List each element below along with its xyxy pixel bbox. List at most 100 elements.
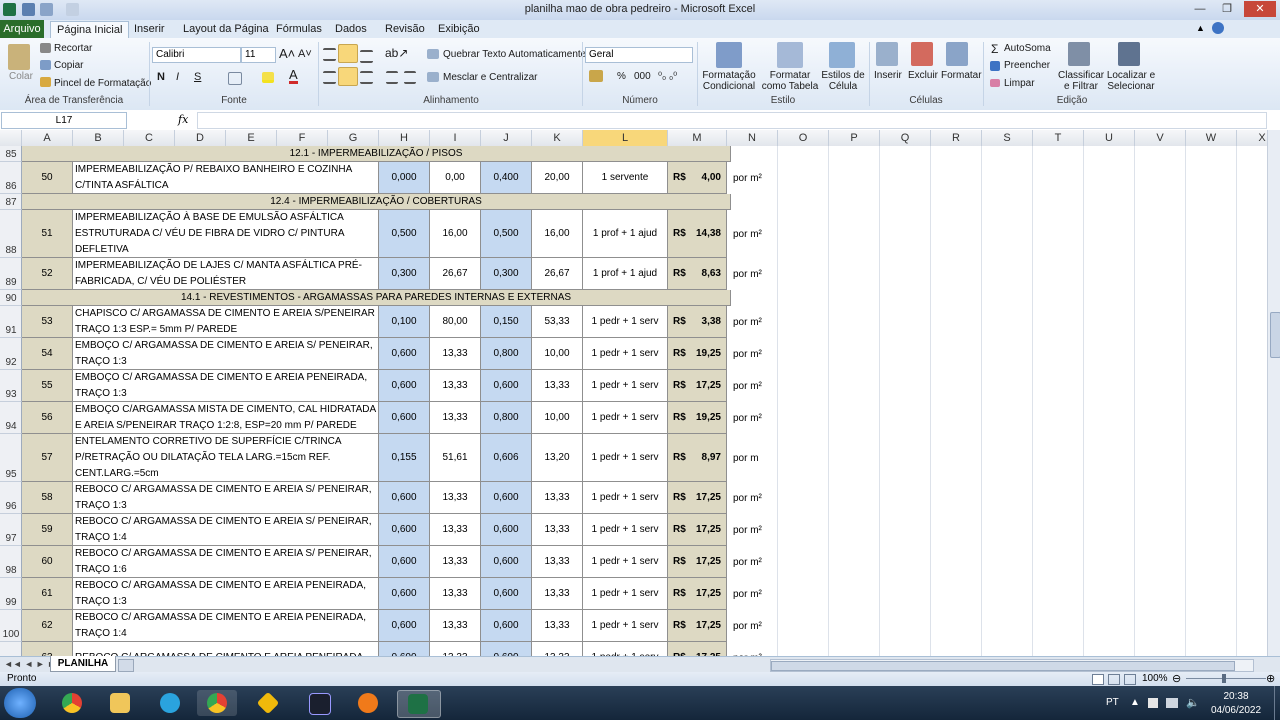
- column-header-s[interactable]: S: [982, 130, 1033, 146]
- language-indicator[interactable]: PT: [1106, 697, 1119, 708]
- labor-team-cell[interactable]: 1 prof + 1 ajud: [583, 210, 668, 258]
- underline-button[interactable]: S: [194, 71, 201, 83]
- align-bottom-icon[interactable]: [360, 50, 373, 63]
- price-cell[interactable]: R$ 17,25: [668, 370, 727, 402]
- column-header-e[interactable]: E: [226, 130, 277, 146]
- column-header-c[interactable]: C: [124, 130, 175, 146]
- cell-k[interactable]: 13,33: [532, 482, 583, 514]
- network-icon[interactable]: [1166, 698, 1178, 708]
- description-cell[interactable]: REBOCO C/ ARGAMASSA DE CIMENTO E AREIA P…: [73, 642, 379, 656]
- cell-h[interactable]: 0,600: [379, 610, 430, 642]
- labor-team-cell[interactable]: 1 pedr + 1 serv: [583, 338, 668, 370]
- description-cell[interactable]: REBOCO C/ ARGAMASSA DE CIMENTO E AREIA S…: [73, 514, 379, 546]
- zoom-in-icon[interactable]: ⊕: [1266, 672, 1275, 685]
- unit-cell[interactable]: por m²: [733, 482, 762, 514]
- cell-i[interactable]: 13,33: [430, 402, 481, 434]
- select-all-corner[interactable]: [0, 130, 22, 146]
- item-number-cell[interactable]: 60: [22, 546, 73, 578]
- cell-k[interactable]: 13,33: [532, 514, 583, 546]
- cell-k[interactable]: 13,33: [532, 642, 583, 656]
- new-sheet-icon[interactable]: [118, 659, 134, 672]
- labor-team-cell[interactable]: 1 pedr + 1 serv: [583, 402, 668, 434]
- cell-h[interactable]: 0,155: [379, 434, 430, 482]
- row-header[interactable]: 85: [0, 146, 22, 162]
- sort-filter-button[interactable]: Classificar e Filtrar: [1058, 70, 1104, 92]
- autosum-button[interactable]: AutoSoma: [1004, 43, 1051, 54]
- description-cell[interactable]: EMBOÇO C/ ARGAMASSA DE CIMENTO E AREIA P…: [73, 370, 379, 402]
- cell-h[interactable]: 0,600: [379, 402, 430, 434]
- taskbar-excel-icon[interactable]: [397, 690, 441, 718]
- cell-h[interactable]: 0,300: [379, 258, 430, 290]
- cell-i[interactable]: 13,33: [430, 482, 481, 514]
- cell-k[interactable]: 10,00: [532, 338, 583, 370]
- row-header[interactable]: 92: [0, 338, 22, 370]
- insert-function-icon[interactable]: fx: [178, 112, 194, 127]
- cell-i[interactable]: 13,33: [430, 610, 481, 642]
- italic-button[interactable]: I: [176, 71, 179, 83]
- cell-h[interactable]: 0,600: [379, 514, 430, 546]
- labor-team-cell[interactable]: 1 servente: [583, 162, 668, 194]
- labor-team-cell[interactable]: 1 prof + 1 ajud: [583, 258, 668, 290]
- tab-inserir[interactable]: Inserir: [128, 21, 171, 38]
- font-name-select[interactable]: Calibri: [152, 47, 241, 63]
- restore-icon[interactable]: ❐: [1215, 1, 1239, 17]
- cell-h[interactable]: 0,600: [379, 338, 430, 370]
- name-box[interactable]: L17: [1, 112, 127, 129]
- cell-i[interactable]: 26,67: [430, 258, 481, 290]
- unit-cell[interactable]: por m²: [733, 642, 762, 657]
- description-cell[interactable]: REBOCO C/ ARGAMASSA DE CIMENTO E AREIA S…: [73, 546, 379, 578]
- unit-cell[interactable]: por m²: [733, 578, 762, 610]
- row-header[interactable]: 99: [0, 578, 22, 610]
- fill-button[interactable]: Preencher: [1004, 60, 1050, 71]
- price-cell[interactable]: R$ 8,63: [668, 258, 727, 290]
- cell-j[interactable]: 0,400: [481, 162, 532, 194]
- unit-cell[interactable]: por m²: [733, 162, 762, 194]
- font-size-select[interactable]: 11: [241, 47, 276, 63]
- worksheet-grid[interactable]: 85 12.1 - IMPERMEABILIZAÇÃO / PISOS 86 50 IM…: [0, 146, 1267, 656]
- cell-h[interactable]: 0,100: [379, 306, 430, 338]
- decrease-indent-icon[interactable]: [386, 71, 398, 84]
- cell-j[interactable]: 0,606: [481, 434, 532, 482]
- item-number-cell[interactable]: 56: [22, 402, 73, 434]
- cell-i[interactable]: 13,33: [430, 642, 481, 656]
- cell-j[interactable]: 0,600: [481, 546, 532, 578]
- cell-j[interactable]: 0,600: [481, 642, 532, 656]
- cell-k[interactable]: 16,00: [532, 210, 583, 258]
- cell-h[interactable]: 0,600: [379, 578, 430, 610]
- row-header[interactable]: 90: [0, 290, 22, 306]
- taskbar-chrome2-icon[interactable]: [197, 690, 237, 716]
- row-header[interactable]: 87: [0, 194, 22, 210]
- taskbar-telegram-icon[interactable]: [150, 690, 190, 716]
- column-header-h[interactable]: H: [379, 130, 430, 146]
- grow-font-icon[interactable]: A˄: [279, 46, 295, 61]
- formula-input[interactable]: [197, 112, 1267, 129]
- align-left-icon[interactable]: [323, 71, 336, 84]
- cell-i[interactable]: 13,33: [430, 514, 481, 546]
- tab-exibicao[interactable]: Exibição: [432, 21, 486, 38]
- cell-k[interactable]: 13,33: [532, 370, 583, 402]
- cell-j[interactable]: 0,600: [481, 482, 532, 514]
- percent-button[interactable]: %: [617, 71, 626, 82]
- price-cell[interactable]: R$ 3,38: [668, 306, 727, 338]
- column-header-t[interactable]: T: [1033, 130, 1084, 146]
- item-number-cell[interactable]: 52: [22, 258, 73, 290]
- close-icon[interactable]: ✕: [1244, 1, 1276, 17]
- wrap-text-button[interactable]: Quebrar Texto Automaticamente: [443, 49, 586, 60]
- cell-k[interactable]: 13,33: [532, 610, 583, 642]
- column-header-f[interactable]: F: [277, 130, 328, 146]
- row-header[interactable]: 93: [0, 370, 22, 402]
- taskbar-chart-app-icon[interactable]: [348, 690, 388, 716]
- cell-k[interactable]: 13,20: [532, 434, 583, 482]
- item-number-cell[interactable]: 59: [22, 514, 73, 546]
- delete-cells-button[interactable]: Excluir: [908, 70, 938, 81]
- cell-k[interactable]: 13,33: [532, 578, 583, 610]
- cell-i[interactable]: 13,33: [430, 546, 481, 578]
- item-number-cell[interactable]: 61: [22, 578, 73, 610]
- cut-button[interactable]: Recortar: [54, 43, 92, 54]
- taskbar-premiere-icon[interactable]: [299, 690, 339, 716]
- align-center-icon[interactable]: [338, 67, 358, 86]
- unit-cell[interactable]: por m²: [733, 338, 762, 370]
- row-header[interactable]: 96: [0, 482, 22, 514]
- paste-icon[interactable]: [8, 44, 30, 70]
- row-header[interactable]: 101: [0, 642, 22, 656]
